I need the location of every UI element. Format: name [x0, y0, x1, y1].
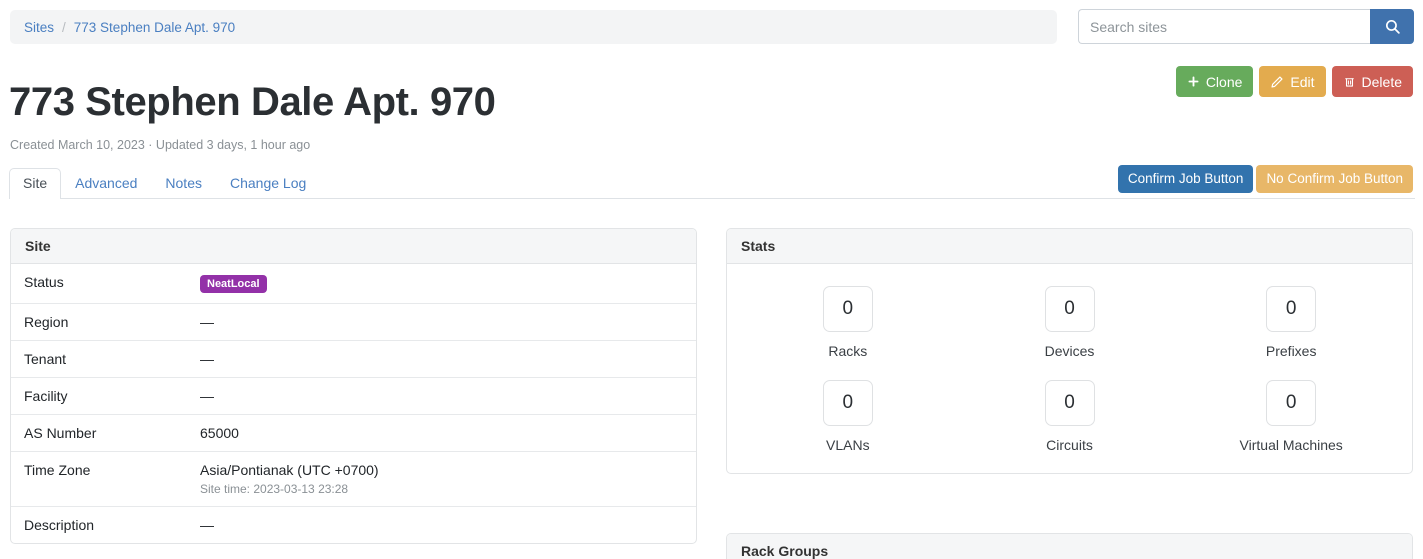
- table-row: Facility —: [11, 378, 696, 415]
- stat-vlans: 0 VLANs: [737, 380, 959, 453]
- stats-row-1: 0 Racks 0 Devices 0 Prefixes: [737, 286, 1402, 359]
- breadcrumb-item-current[interactable]: 773 Stephen Dale Apt. 970: [74, 20, 235, 35]
- row-value-status: NeatLocal: [187, 264, 696, 304]
- tab-advanced[interactable]: Advanced: [61, 168, 151, 199]
- delete-button[interactable]: Delete: [1332, 66, 1413, 97]
- stats-panel-title: Stats: [727, 229, 1412, 264]
- time-zone-value: Asia/Pontianak (UTC +0700): [200, 462, 379, 478]
- tab-bar: Site Advanced Notes Change Log: [9, 168, 1415, 199]
- search-icon: [1384, 18, 1401, 35]
- site-time-note: Site time: 2023-03-13 23:28: [200, 482, 683, 496]
- top-bar: Sites / 773 Stephen Dale Apt. 970: [0, 0, 1423, 52]
- row-label-facility: Facility: [11, 378, 187, 415]
- stat-label-devices: Devices: [1045, 343, 1095, 359]
- stat-label-prefixes: Prefixes: [1266, 343, 1317, 359]
- row-label-description: Description: [11, 507, 187, 544]
- breadcrumb-item-sites[interactable]: Sites: [24, 20, 54, 35]
- search-button[interactable]: [1370, 9, 1414, 44]
- stat-count-circuits[interactable]: 0: [1045, 380, 1095, 426]
- table-row: Tenant —: [11, 341, 696, 378]
- stat-racks: 0 Racks: [737, 286, 959, 359]
- edit-button[interactable]: Edit: [1259, 66, 1325, 97]
- row-value-description: —: [187, 507, 696, 544]
- row-value-as-number: 65000: [187, 415, 696, 452]
- tab-notes[interactable]: Notes: [151, 168, 216, 199]
- row-label-time-zone: Time Zone: [11, 452, 187, 507]
- table-row: Region —: [11, 304, 696, 341]
- row-label-region: Region: [11, 304, 187, 341]
- search-input[interactable]: [1078, 9, 1370, 44]
- page-subtitle: Created March 10, 2023 · Updated 3 days,…: [10, 138, 310, 152]
- page-title: 773 Stephen Dale Apt. 970: [9, 80, 496, 124]
- site-panel: Site Status NeatLocal Region — Tenant —: [10, 228, 697, 544]
- row-label-tenant: Tenant: [11, 341, 187, 378]
- row-label-status: Status: [11, 264, 187, 304]
- stat-label-virtual-machines: Virtual Machines: [1240, 437, 1343, 453]
- stat-devices: 0 Devices: [959, 286, 1181, 359]
- row-value-tenant: —: [187, 341, 696, 378]
- stats-body: 0 Racks 0 Devices 0 Prefixes 0 VLANs: [727, 264, 1412, 473]
- table-row: AS Number 65000: [11, 415, 696, 452]
- edit-button-label: Edit: [1290, 75, 1314, 89]
- stat-count-devices[interactable]: 0: [1045, 286, 1095, 332]
- table-row: Description —: [11, 507, 696, 544]
- search-group: [1078, 9, 1414, 44]
- stat-count-racks[interactable]: 0: [823, 286, 873, 332]
- tab-site[interactable]: Site: [9, 168, 61, 199]
- status-badge: NeatLocal: [200, 275, 267, 293]
- breadcrumb: Sites / 773 Stephen Dale Apt. 970: [10, 10, 1057, 44]
- stat-label-circuits: Circuits: [1046, 437, 1093, 453]
- site-attributes-table: Status NeatLocal Region — Tenant — Facil…: [11, 264, 696, 543]
- stat-count-prefixes[interactable]: 0: [1266, 286, 1316, 332]
- site-detail-page: Sites / 773 Stephen Dale Apt. 970 Clone: [0, 0, 1423, 559]
- object-action-buttons: Clone Edit Delete: [1176, 66, 1413, 97]
- table-row: Time Zone Asia/Pontianak (UTC +0700) Sit…: [11, 452, 696, 507]
- stat-label-racks: Racks: [828, 343, 867, 359]
- row-label-as-number: AS Number: [11, 415, 187, 452]
- trash-icon: [1343, 75, 1356, 89]
- site-panel-title: Site: [11, 229, 696, 264]
- clone-button[interactable]: Clone: [1176, 66, 1254, 97]
- stats-row-2: 0 VLANs 0 Circuits 0 Virtual Machines: [737, 380, 1402, 453]
- stats-panel: Stats 0 Racks 0 Devices 0 Prefixes 0: [726, 228, 1413, 474]
- rack-groups-panel-title: Rack Groups: [727, 534, 1412, 559]
- rack-groups-panel: Rack Groups: [726, 533, 1413, 559]
- row-value-time-zone: Asia/Pontianak (UTC +0700) Site time: 20…: [187, 452, 696, 507]
- plus-icon: [1187, 75, 1200, 88]
- row-value-facility: —: [187, 378, 696, 415]
- row-value-region: —: [187, 304, 696, 341]
- stat-virtual-machines: 0 Virtual Machines: [1180, 380, 1402, 453]
- breadcrumb-separator: /: [62, 20, 66, 35]
- delete-button-label: Delete: [1362, 75, 1402, 89]
- tab-change-log[interactable]: Change Log: [216, 168, 320, 199]
- table-row: Status NeatLocal: [11, 264, 696, 304]
- stat-prefixes: 0 Prefixes: [1180, 286, 1402, 359]
- clone-button-label: Clone: [1206, 75, 1243, 89]
- pencil-icon: [1270, 75, 1284, 89]
- stat-label-vlans: VLANs: [826, 437, 870, 453]
- stat-count-virtual-machines[interactable]: 0: [1266, 380, 1316, 426]
- stat-circuits: 0 Circuits: [959, 380, 1181, 453]
- stat-count-vlans[interactable]: 0: [823, 380, 873, 426]
